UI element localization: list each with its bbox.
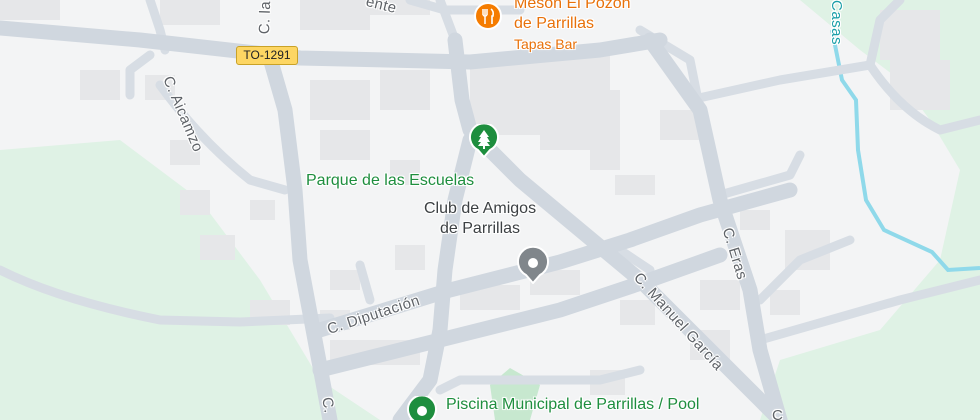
- street-label-c-bottom: C.: [318, 395, 338, 415]
- water-label-casas: Casas: [828, 0, 845, 46]
- poi-club-name[interactable]: Club de Amigos de Parrillas: [424, 199, 536, 239]
- restaurant-icon: [474, 2, 502, 30]
- poi-meson-category: Tapas Bar: [514, 36, 578, 52]
- poi-meson-name[interactable]: Mesón El Pozón de Parrillas Tapas Bar: [514, 0, 631, 54]
- poi-meson-marker[interactable]: [474, 2, 502, 39]
- place-icon: [517, 245, 549, 285]
- poi-club-marker[interactable]: [516, 245, 550, 289]
- map-canvas[interactable]: TO-1291 C. la C. Aicamzo C. Diputación C…: [0, 0, 980, 420]
- tree-icon: [469, 122, 499, 159]
- poi-club-name-line1: Club de Amigos: [424, 200, 537, 217]
- road-shield: TO-1291: [236, 46, 298, 65]
- poi-piscina-name[interactable]: Piscina Municipal de Parrillas / Pool: [446, 397, 699, 413]
- street-label-c-la: C. la: [256, 0, 275, 35]
- poi-meson-name-line1: Mesón El Pozón: [514, 0, 631, 12]
- poi-club-name-line2: de Parrillas: [440, 220, 521, 237]
- poi-piscina-marker[interactable]: [406, 394, 438, 420]
- poi-meson-name-line2: de Parrillas: [514, 15, 595, 32]
- poi-parque-marker[interactable]: [468, 122, 500, 163]
- place-icon: [407, 394, 437, 420]
- street-label-right-edge: C: [772, 407, 784, 420]
- poi-parque-name[interactable]: Parque de las Escuelas: [306, 173, 474, 189]
